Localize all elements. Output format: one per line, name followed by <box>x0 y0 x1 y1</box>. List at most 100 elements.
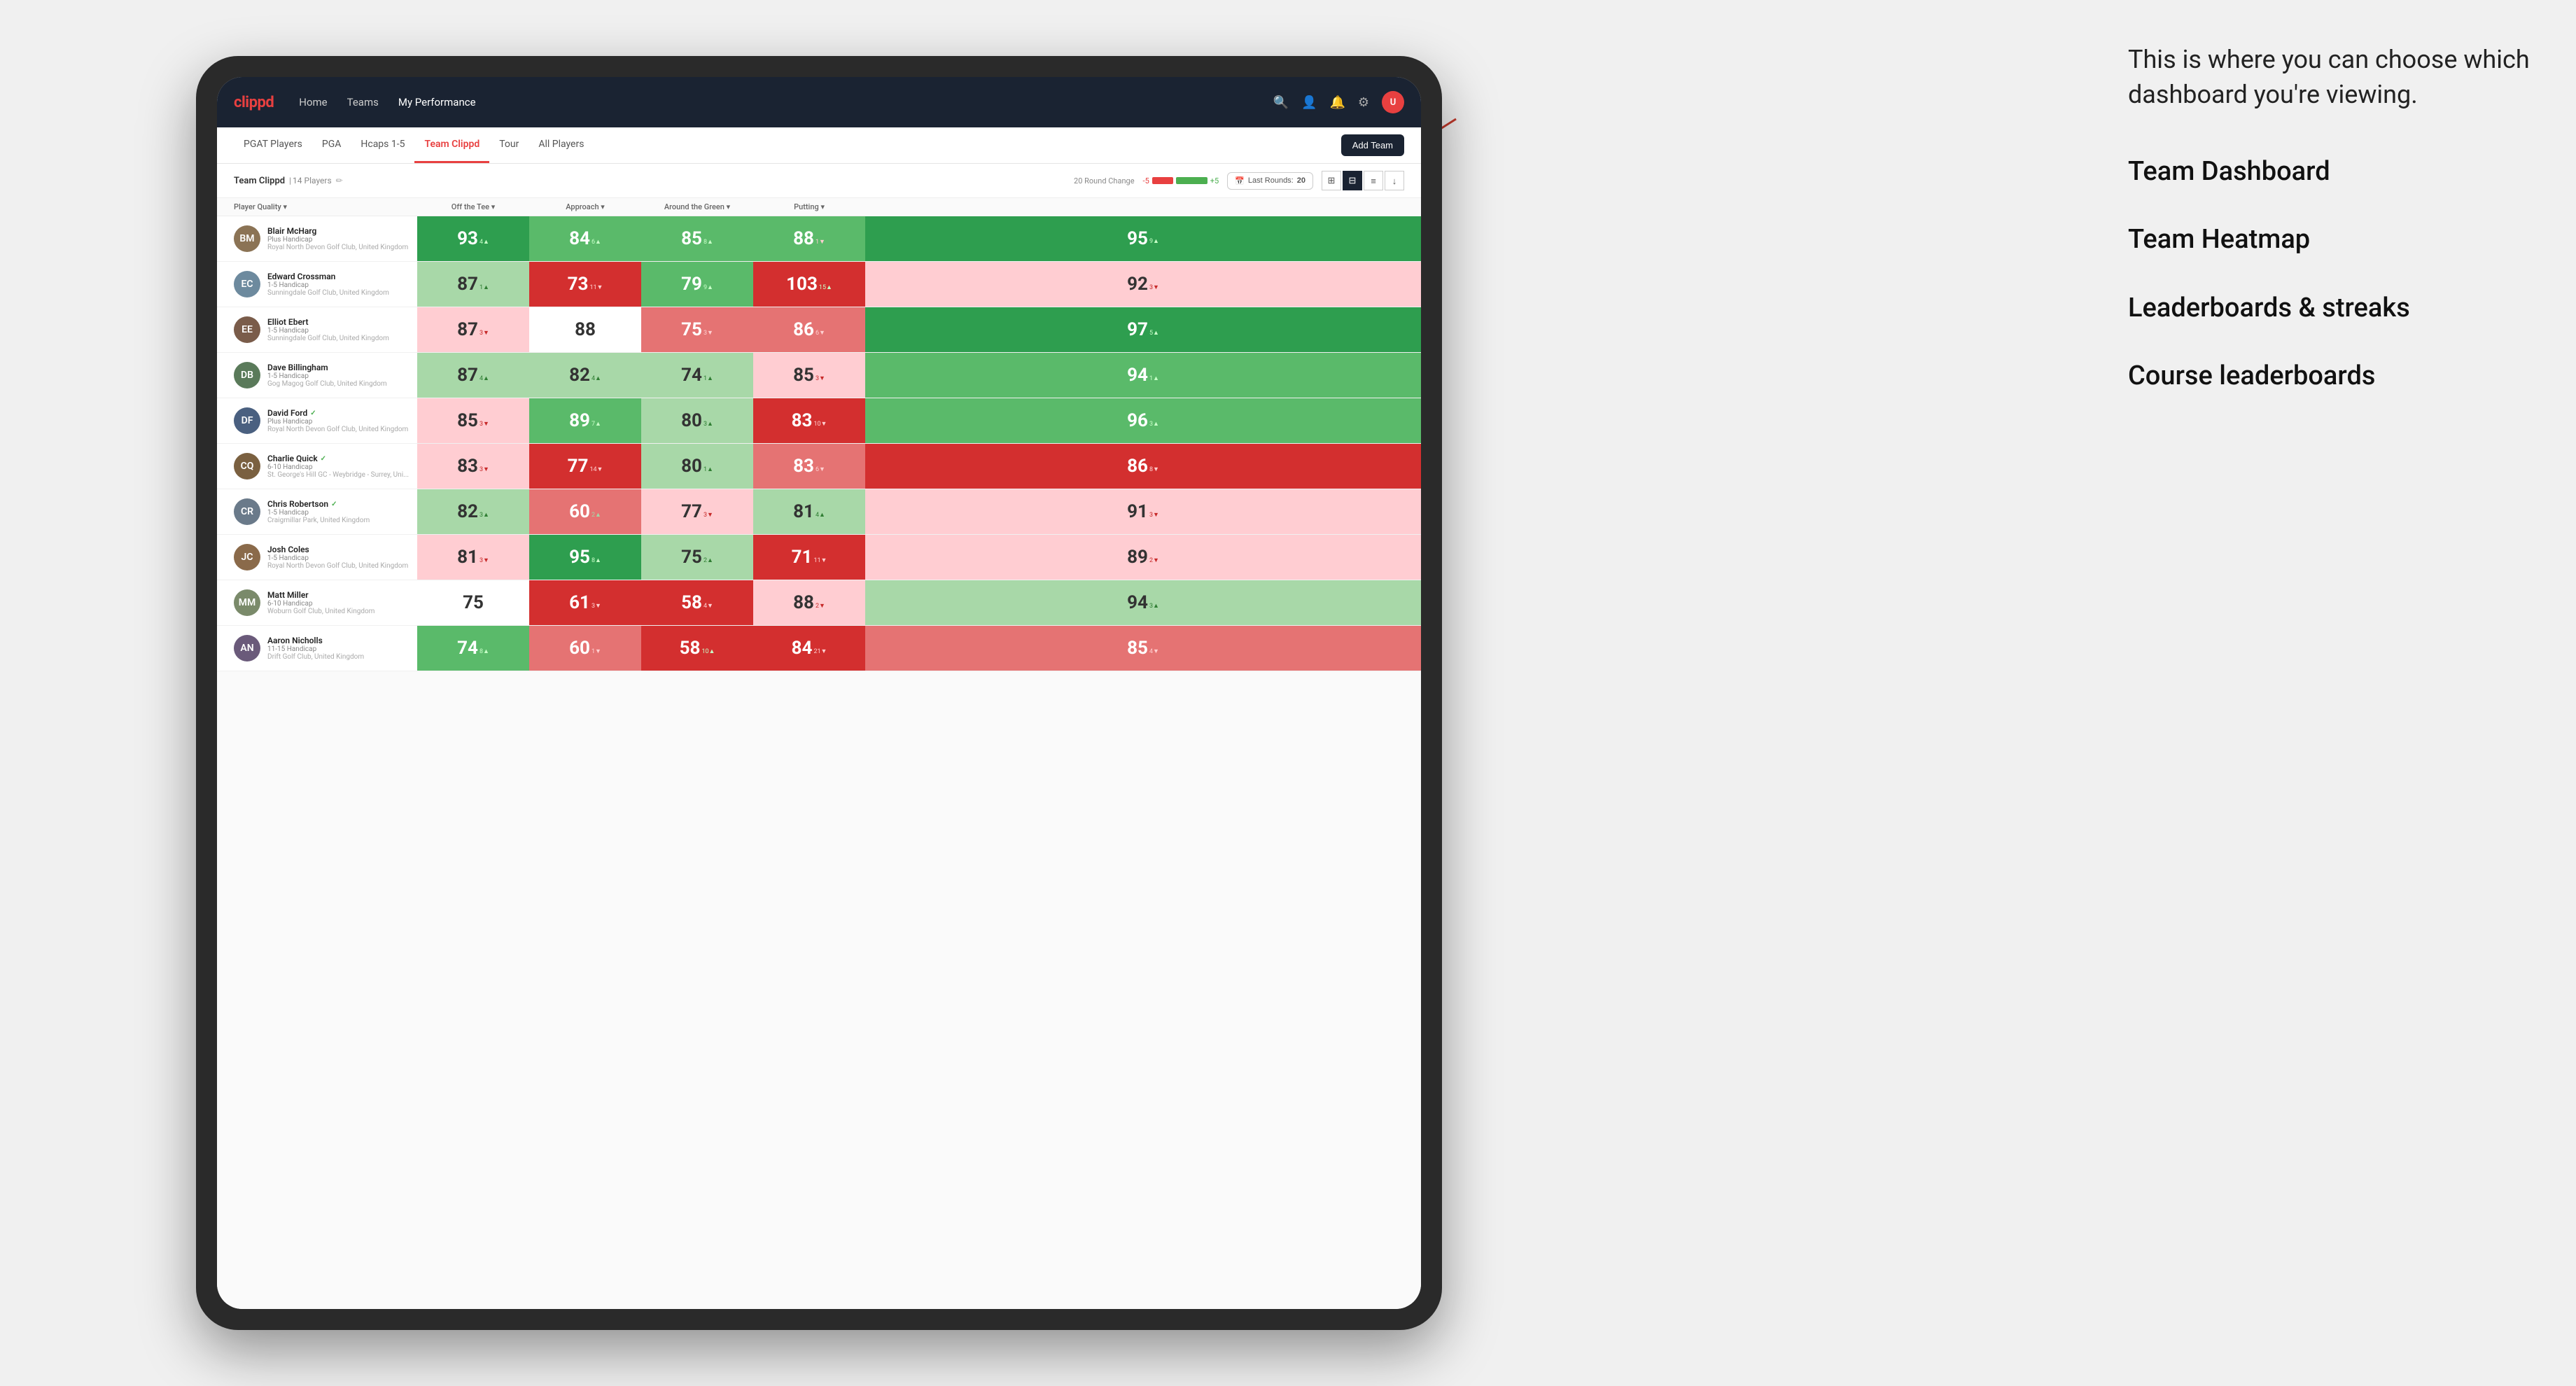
score-number: 80 <box>681 456 702 477</box>
player-avatar: JC <box>234 544 260 570</box>
nav-link-home[interactable]: Home <box>299 93 327 111</box>
table-row[interactable]: CR Chris Robertson✓ 1-5 Handicap Craigmi… <box>217 489 1421 535</box>
subnav-team-clippd[interactable]: Team Clippd <box>414 127 489 163</box>
score-box: 77 14▼ <box>529 444 641 489</box>
player-details: Dave Billingham 1-5 Handicap Gog Magog G… <box>267 363 409 388</box>
subnav-links: PGAT Players PGA Hcaps 1-5 Team Clippd T… <box>234 127 594 163</box>
nav-link-teams[interactable]: Teams <box>347 93 379 111</box>
score-box: 77 3▼ <box>641 489 753 534</box>
player-name: Blair McHarg <box>267 226 409 236</box>
score-change: 3▼ <box>1149 511 1159 519</box>
subnav-pga[interactable]: PGA <box>312 127 351 163</box>
score-number: 80 <box>681 410 702 431</box>
table-row[interactable]: EC Edward Crossman 1-5 Handicap Sunningd… <box>217 262 1421 307</box>
verified-icon: ✓ <box>310 410 316 417</box>
score-cell: 86 8▼ <box>865 444 1421 489</box>
change-value: 11▼ <box>589 284 603 291</box>
score-box: 58 10▲ <box>641 626 753 671</box>
player-handicap: 1-5 Handicap <box>267 509 409 517</box>
score-box: 94 3▲ <box>865 580 1421 625</box>
subnav-all-players[interactable]: All Players <box>528 127 594 163</box>
change-pos: +5 <box>1210 176 1219 186</box>
score-cell: 83 3▼ <box>417 444 529 489</box>
col-header-off-tee[interactable]: Off the Tee ▾ <box>417 198 529 216</box>
view-heatmap-button[interactable]: ⊟ <box>1343 171 1362 190</box>
table-row[interactable]: AN Aaron Nicholls 11-15 Handicap Drift G… <box>217 626 1421 671</box>
subnav-tour[interactable]: Tour <box>489 127 528 163</box>
search-icon[interactable]: 🔍 <box>1273 95 1289 110</box>
score-number: 82 <box>569 365 590 386</box>
change-value: 4▲ <box>816 511 825 519</box>
col-header-putting[interactable]: Putting ▾ <box>753 198 865 216</box>
player-name: David Ford✓ <box>267 408 409 418</box>
score-number: 58 <box>680 638 701 659</box>
player-handicap: 1-5 Handicap <box>267 554 409 562</box>
score-change: 3▲ <box>1149 602 1159 610</box>
score-cell: 75 <box>417 580 529 626</box>
change-value: 3▼ <box>592 602 601 610</box>
nav-link-my-performance[interactable]: My Performance <box>398 93 476 111</box>
table-row[interactable]: DF David Ford✓ Plus Handicap Royal North… <box>217 398 1421 444</box>
player-name: Aaron Nicholls <box>267 636 409 645</box>
player-details: Elliot Ebert 1-5 Handicap Sunningdale Go… <box>267 317 409 342</box>
score-number: 87 <box>457 365 478 386</box>
profile-icon[interactable]: 👤 <box>1301 95 1317 110</box>
edit-team-icon[interactable]: ✏ <box>336 176 343 186</box>
score-change: 3▼ <box>592 602 601 610</box>
score-box: 97 5▲ <box>865 307 1421 352</box>
last-rounds-button[interactable]: 📅 Last Rounds: 20 <box>1227 172 1313 190</box>
player-club: Royal North Devon Golf Club, United King… <box>267 426 409 433</box>
player-avatar: EC <box>234 271 260 298</box>
dashboard-option-1: Team Dashboard <box>2128 155 2534 189</box>
table-row[interactable]: CQ Charlie Quick✓ 6-10 Handicap St. Geor… <box>217 444 1421 489</box>
table-row[interactable]: EE Elliot Ebert 1-5 Handicap Sunningdale… <box>217 307 1421 353</box>
table-row[interactable]: JC Josh Coles 1-5 Handicap Royal North D… <box>217 535 1421 580</box>
col-header-approach[interactable]: Approach ▾ <box>529 198 641 216</box>
player-name: Elliot Ebert <box>267 317 409 327</box>
score-cell: 94 1▲ <box>865 353 1421 398</box>
col-header-player: Player Quality ▾ <box>217 198 417 216</box>
score-change: 5▲ <box>1149 329 1159 337</box>
score-change: 2▼ <box>816 602 825 610</box>
table-row[interactable]: MM Matt Miller 6-10 Handicap Woburn Golf… <box>217 580 1421 626</box>
score-cell: 80 3▲ <box>641 398 753 444</box>
change-value: 8▲ <box>592 556 601 564</box>
score-number: 81 <box>457 547 478 568</box>
nav-icons: 🔍 👤 🔔 ⚙ U <box>1273 91 1404 113</box>
user-avatar[interactable]: U <box>1382 91 1404 113</box>
score-change: 10▲ <box>701 648 715 655</box>
col-header-around-green[interactable]: Around the Green ▾ <box>641 198 753 216</box>
score-number: 82 <box>457 501 478 522</box>
subnav-pgat[interactable]: PGAT Players <box>234 127 312 163</box>
player-name: Matt Miller <box>267 590 409 600</box>
player-club: Royal North Devon Golf Club, United King… <box>267 562 409 570</box>
score-number: 87 <box>457 274 478 295</box>
score-number: 89 <box>569 410 590 431</box>
add-team-button[interactable]: Add Team <box>1341 134 1404 156</box>
table-row[interactable]: DB Dave Billingham 1-5 Handicap Gog Mago… <box>217 353 1421 398</box>
score-number: 77 <box>681 501 702 522</box>
score-change: 3▼ <box>479 465 489 473</box>
score-box: 94 1▲ <box>865 353 1421 398</box>
score-change: 3▲ <box>704 420 713 428</box>
settings-icon[interactable]: ⚙ <box>1358 95 1369 110</box>
view-grid-button[interactable]: ⊞ <box>1322 171 1341 190</box>
score-change: 1▲ <box>1149 374 1159 382</box>
table-row[interactable]: BM Blair McHarg Plus Handicap Royal Nort… <box>217 216 1421 262</box>
last-rounds-label: Last Rounds: <box>1248 176 1294 185</box>
score-cell: 77 3▼ <box>641 489 753 535</box>
score-number: 95 <box>1127 228 1148 249</box>
score-number: 87 <box>457 319 478 340</box>
player-avatar: AN <box>234 635 260 662</box>
score-number: 86 <box>1127 456 1148 477</box>
player-cell: EE Elliot Ebert 1-5 Handicap Sunningdale… <box>217 307 417 353</box>
view-list-button[interactable]: ≡ <box>1364 171 1383 190</box>
view-export-button[interactable]: ↓ <box>1385 171 1404 190</box>
change-value: 7▲ <box>592 420 601 428</box>
change-value: 6▼ <box>816 465 825 473</box>
score-cell: 88 1▼ <box>753 216 865 262</box>
subnav-hcaps[interactable]: Hcaps 1-5 <box>351 127 414 163</box>
score-change: 4▲ <box>479 374 489 382</box>
bell-icon[interactable]: 🔔 <box>1329 95 1345 110</box>
score-cell: 92 3▼ <box>865 262 1421 307</box>
